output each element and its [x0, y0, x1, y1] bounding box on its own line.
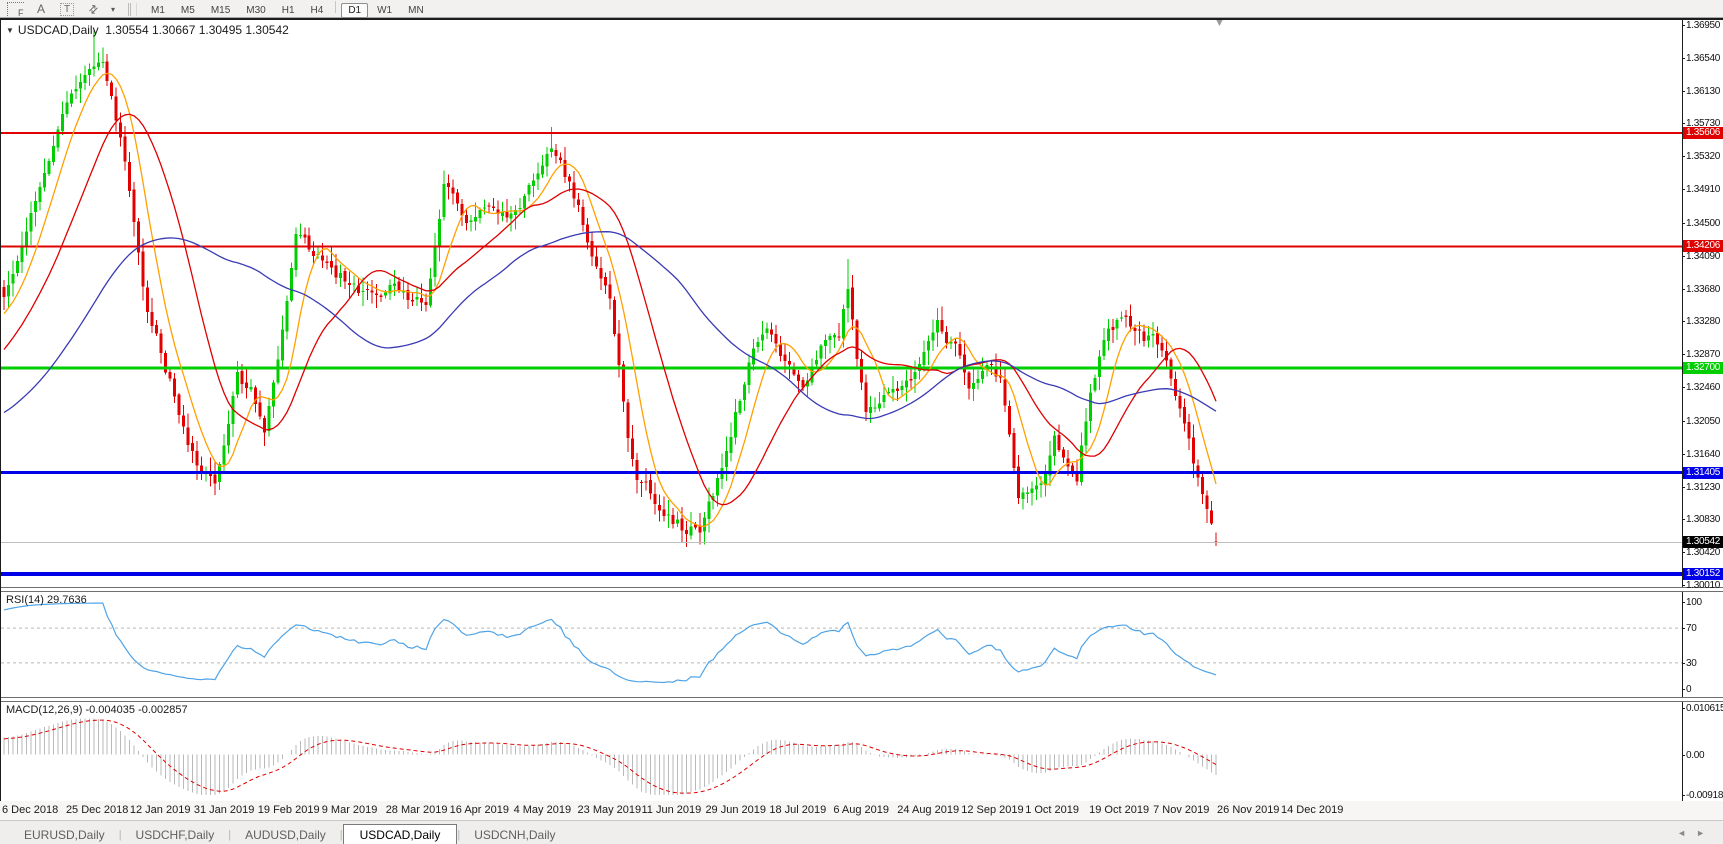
tab-usdcnh[interactable]: USDCNH,Daily	[460, 825, 569, 844]
timeframe-button-W1[interactable]: W1	[370, 3, 399, 18]
date-label: 28 Mar 2019	[386, 804, 448, 816]
main-chart-pane[interactable]: ▼ USDCAD,Daily 1.30554 1.30667 1.30495 1.…	[1, 20, 1682, 587]
axis-tick-label: 100	[1686, 597, 1702, 608]
timeframe-button-group: M1M5M15M30H1H4 D1W1MN	[143, 1, 432, 18]
axis-tick-label: 1.32870	[1686, 349, 1720, 360]
price-level-label: 1.31405	[1683, 467, 1723, 479]
date-label: 9 Mar 2019	[322, 804, 378, 816]
axis-tick-label: 1.30420	[1686, 547, 1720, 558]
chart-window: ▼ USDCAD,Daily 1.30554 1.30667 1.30495 1.…	[0, 18, 1723, 801]
timeframe-button-H4[interactable]: H4	[304, 3, 331, 18]
metatrader-window: F A T ⇄ ▾ M1M5M15M30H1H4D1W1MN ▼USDCAD,D…	[0, 0, 1723, 844]
axis-tick-label: 1.34500	[1686, 218, 1720, 229]
axis-tick-label: 1.30830	[1686, 514, 1720, 525]
axis-tick-label: 30	[1686, 658, 1697, 669]
axis-tick-label: 1.36540	[1686, 53, 1720, 64]
chevron-down-icon[interactable]: ▾	[108, 2, 118, 16]
axis-tick-label: 1.31640	[1686, 449, 1720, 460]
date-label: 7 Nov 2019	[1153, 804, 1209, 816]
chart-ohlc-values: 1.30554 1.30667 1.30495 1.30542	[105, 23, 289, 37]
axis-tick-label: 1.36130	[1686, 86, 1720, 97]
date-label: 14 Dec 2019	[1281, 804, 1343, 816]
axis-tick-label: 1.33280	[1686, 316, 1720, 327]
time-axis[interactable]: 6 Dec 2018 25 Dec 201812 Jan 201931 Jan 2…	[0, 801, 1723, 821]
tab-audusd[interactable]: AUDUSD,Daily	[231, 825, 340, 844]
date-label: 12 Jan 2019	[130, 804, 191, 816]
axis-tick-label: 70	[1686, 623, 1697, 634]
date-label: 4 May 2019	[514, 804, 571, 816]
axis-tick-label: 1.32460	[1686, 382, 1720, 393]
axis-tick-label: 0	[1686, 684, 1691, 695]
price-level-label: 1.34206	[1683, 240, 1723, 252]
date-label: 12 Sep 2019	[961, 804, 1023, 816]
tab-usdcad[interactable]: USDCAD,Daily	[343, 824, 458, 844]
timeframe-button-D1[interactable]: D1	[341, 3, 368, 18]
chart-symbol-label: USDCAD,Daily	[18, 23, 99, 37]
axis-tick-label: 1.35320	[1686, 151, 1720, 162]
date-label: 19 Feb 2019	[258, 804, 320, 816]
axis-tick-label: 1.30010	[1686, 580, 1720, 591]
fibonacci-tool-icon[interactable]: F	[4, 2, 26, 16]
macd-pane[interactable]: MACD(12,26,9) -0.004035 -0.002857	[1, 702, 1682, 801]
axis-tick-label: 0.010615	[1686, 703, 1723, 714]
chart-dropdown-icon[interactable]: ▼	[6, 26, 14, 35]
price-level-label: 1.35606	[1683, 127, 1723, 139]
axis-tick-label: 1.31230	[1686, 482, 1720, 493]
axis-tick-label: 1.33680	[1686, 284, 1720, 295]
tab-eurusd[interactable]: EURUSD,Daily	[10, 825, 119, 844]
label-icon: T	[60, 3, 74, 16]
macd-label: MACD(12,26,9) -0.004035 -0.002857	[6, 704, 188, 716]
tab-scroll-arrows[interactable]: ◄►	[1677, 828, 1715, 838]
axis-tick-label: 1.32050	[1686, 416, 1720, 427]
macd-axis[interactable]: 0.010615 0.00 -0.00918	[1682, 702, 1723, 801]
chart-title: ▼ USDCAD,Daily 1.30554 1.30667 1.30495 1.…	[6, 23, 289, 37]
timeframe-button-H1[interactable]: H1	[275, 3, 302, 18]
date-label: 6 Aug 2019	[833, 804, 889, 816]
date-label: 25 Dec 2018	[66, 804, 128, 816]
price-level-label: 1.30152	[1683, 568, 1723, 580]
date-label: 11 Jun 2019	[642, 804, 702, 816]
axis-tick-label: 1.34090	[1686, 251, 1720, 262]
date-label: 29 Jun 2019	[705, 804, 766, 816]
timeframe-button-MN[interactable]: MN	[401, 3, 431, 18]
axis-tick-label: -0.00918	[1686, 790, 1723, 801]
toolbar: F A T ⇄ ▾ M1M5M15M30H1H4D1W1MN	[0, 0, 1723, 18]
price-level-label: 1.32700	[1683, 362, 1723, 374]
chart-tabs: EURUSD,Daily|USDCHF,Daily|AUDUSD,Daily|U…	[0, 821, 1723, 844]
label-tool-icon[interactable]: T	[56, 2, 78, 16]
timeframe-button-M30[interactable]: M30	[239, 3, 272, 18]
timeframe-button-M15[interactable]: M15	[204, 3, 237, 18]
price-level-label: 1.30542	[1683, 536, 1723, 548]
date-label: 18 Jul 2019	[769, 804, 826, 816]
timeframe-button-M1[interactable]: M1	[144, 3, 172, 18]
date-label: 1 Oct 2019	[1025, 804, 1079, 816]
axis-tick-label: 1.34910	[1686, 184, 1720, 195]
axis-tick-label: 0.00	[1686, 750, 1704, 761]
chart-shift-marker: ▼	[1214, 20, 1225, 29]
toolbar-grip[interactable]	[128, 3, 137, 16]
date-label: 6 Dec 2018	[2, 804, 58, 816]
fibonacci-icon: F	[7, 2, 24, 16]
date-label: 23 May 2019	[578, 804, 642, 816]
rsi-label: RSI(14) 29.7636	[6, 594, 87, 606]
rsi-axis[interactable]: 100 70 30 0	[1682, 592, 1723, 697]
date-label: 26 Nov 2019	[1217, 804, 1279, 816]
date-label: 24 Aug 2019	[897, 804, 959, 816]
date-label: 31 Jan 2019	[194, 804, 255, 816]
date-label: 19 Oct 2019	[1089, 804, 1149, 816]
axis-tick-label: 1.36950	[1686, 20, 1720, 31]
timeframe-button-M5[interactable]: M5	[174, 3, 202, 18]
date-label: 16 Apr 2019	[450, 804, 509, 816]
text-tool-icon[interactable]: A	[30, 2, 52, 16]
tab-usdchf[interactable]: USDCHF,Daily	[122, 825, 229, 844]
price-axis[interactable]: 1.369501.365401.361301.357301.353201.349…	[1682, 20, 1723, 587]
rsi-pane[interactable]: RSI(14) 29.7636	[1, 592, 1682, 697]
